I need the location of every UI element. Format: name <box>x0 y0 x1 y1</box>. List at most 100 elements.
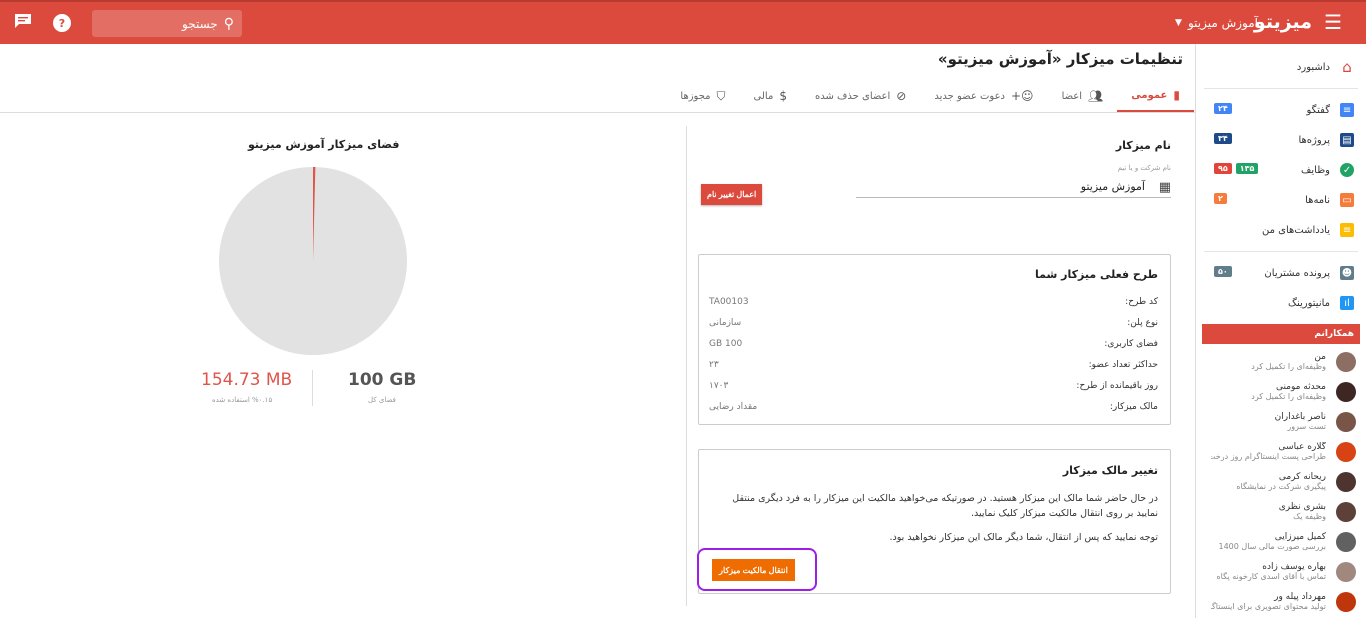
plan-row: حداکثر تعداد عضو: ۲۳ <box>709 360 1158 374</box>
colleague-item[interactable]: کمیل میرزایی بررسی صورت مالی سال 1400 <box>1196 528 1366 558</box>
divider <box>686 126 687 606</box>
tab-label: مجوزها <box>680 90 711 102</box>
home-icon: ⌂ <box>1342 58 1352 76</box>
sidebar-item-chat[interactable]: ≡ گفتگو ۲۴ <box>1196 95 1366 125</box>
settings-tabs: ▮ عمومی 👥︎ اعضا ☺+ دعوت عضو جدید ⊘ اعضای حذف… <box>666 80 1194 112</box>
divider <box>1204 88 1358 89</box>
sidebar-item-label: یادداشت‌های من <box>1261 224 1330 236</box>
sidebar-item-label: مانیتورینگ <box>1288 297 1330 309</box>
divider <box>0 112 1195 113</box>
used-label: %۰.۱۵ استفاده شده <box>212 396 273 404</box>
plan-row-key: نوع پلن: <box>1127 318 1158 328</box>
colleague-item[interactable]: ناصر باغداران تست سرور <box>1196 408 1366 438</box>
sidebar-item-label: داشبورد <box>1296 61 1330 73</box>
colleague-item[interactable]: بهاره یوسف زاده تماس با آقای اسدی کارخونه… <box>1196 558 1366 588</box>
colleague-status: تولید محتوای تصویری برای اینستاگرام <box>1211 602 1326 611</box>
help-icon[interactable]: ? <box>53 14 71 32</box>
search-input[interactable] <box>107 16 218 31</box>
sidebar-item-projects[interactable]: ▤ پروژه‌ها ۳۴ <box>1196 125 1366 155</box>
workspace-name-value: آموزش میزیتو <box>1080 180 1145 193</box>
page-title: تنظیمات میزکار «آموزش میزیتو» <box>937 50 1183 68</box>
colleague-name: محدثه مومنی <box>1275 382 1326 392</box>
colleague-name: ریحانه کرمی <box>1278 472 1326 482</box>
avatar <box>1336 472 1356 492</box>
dollar-icon: $ <box>779 89 787 103</box>
sidebar: ⌂ داشبورد ≡ گفتگو ۲۴ ▤ پروژه‌ها ۳۴ ✓ وظا… <box>1195 44 1366 618</box>
workspace-name-field-label: نام شرکت و یا تیم <box>1117 164 1171 172</box>
transfer-ownership-button[interactable]: انتقال مالکیت میزکار <box>712 559 795 581</box>
workspace-select-label: آموزش میزیتو <box>1187 16 1258 30</box>
workspace-name-field[interactable]: ▦ آموزش میزیتو <box>856 178 1171 198</box>
colleague-item[interactable]: مهرداد پیله ور تولید محتوای تصویری برای ا… <box>1196 588 1366 618</box>
customer-icon: ☻ <box>1340 266 1354 280</box>
divider <box>312 370 313 406</box>
plan-row-value: مقداد رضایی <box>709 402 758 412</box>
colleague-status: طراحی پست اینستاگرام روز درخت ... <box>1211 452 1326 461</box>
plan-row-key: کد طرح: <box>1125 297 1158 307</box>
tab-members[interactable]: 👥︎ اعضا <box>1048 80 1118 112</box>
storage-title: فضای میزکار آموزش میزیتو <box>248 138 400 151</box>
plan-row-key: مالک میزکار: <box>1109 402 1158 412</box>
colleague-name: کمیل میرزایی <box>1274 532 1326 542</box>
sidebar-item-letters[interactable]: ▭ نامه‌ها ۲ <box>1196 185 1366 215</box>
tab-finance[interactable]: $ مالی <box>740 80 801 112</box>
colleague-item[interactable]: گلاره عباسی طراحی پست اینستاگرام روز درخت… <box>1196 438 1366 468</box>
plan-row-value: ۱۷۰۳ <box>709 381 729 391</box>
colleague-item[interactable]: ریحانه کرمی پیگیری شرکت در نمایشگاه <box>1196 468 1366 498</box>
tab-invite[interactable]: ☺+ دعوت عضو جدید <box>920 80 1047 112</box>
sidebar-item-customers[interactable]: ☻ پرونده مشتریان ۵۰ <box>1196 258 1366 288</box>
colleague-item[interactable]: بشری نظری وظیفه یک <box>1196 498 1366 528</box>
colleague-name: ناصر باغداران <box>1274 412 1326 422</box>
search-box[interactable]: ⚲ <box>92 10 242 37</box>
letter-icon: ▭ <box>1340 193 1354 207</box>
chart-icon: ıl <box>1340 296 1354 310</box>
sidebar-item-label: گفتگو <box>1306 104 1330 116</box>
avatar <box>1336 562 1356 582</box>
count-badge: ۳۴ <box>1214 133 1232 144</box>
plan-row: کد طرح: TA00103 <box>709 297 1158 311</box>
colleague-status: پیگیری شرکت در نمایشگاه <box>1236 482 1326 491</box>
colleague-item[interactable]: محدثه مومنی وظیفه‌ای را تکمیل کرد <box>1196 378 1366 408</box>
plan-row-key: روز باقیمانده از طرح: <box>1076 381 1158 391</box>
storage-pie <box>219 167 407 355</box>
note-icon: ≡ <box>1340 223 1354 237</box>
block-icon: ⊘ <box>896 89 907 103</box>
colleague-status: وظیفه یک <box>1293 512 1326 521</box>
plan-row-value: ۲۳ <box>709 360 719 370</box>
colleague-name: گلاره عباسی <box>1278 442 1326 452</box>
tab-removed-members[interactable]: ⊘ اعضای حذف شده <box>801 80 920 112</box>
colleague-item[interactable]: من وظیفه‌ای را تکمیل کرد <box>1196 348 1366 378</box>
feedback-icon[interactable] <box>14 13 32 33</box>
sidebar-item-monitoring[interactable]: ıl مانیتورینگ <box>1196 288 1366 318</box>
sidebar-item-tasks[interactable]: ✓ وظایف ۹۵ ۱۳۵ <box>1196 155 1366 185</box>
sidebar-item-notes[interactable]: ≡ یادداشت‌های من <box>1196 215 1366 245</box>
check-icon: ✓ <box>1340 163 1354 177</box>
tab-permissions[interactable]: ⛉ مجوزها <box>666 80 739 112</box>
sidebar-item-label: نامه‌ها <box>1305 194 1330 206</box>
total-value: 100 GB <box>348 370 417 390</box>
count-badge: ۱۳۵ <box>1235 163 1259 174</box>
apply-rename-button[interactable]: اعمال تغییر نام <box>701 184 763 205</box>
shield-icon: ⛉ <box>716 88 726 103</box>
building-icon: ▦ <box>1158 180 1171 195</box>
avatar <box>1336 352 1356 372</box>
sidebar-item-dashboard[interactable]: ⌂ داشبورد <box>1196 52 1366 82</box>
total-label: فضای کل <box>368 396 396 404</box>
top-bar: ☰ میزیتو آموزش میزیتو ▼ ⚲ ? <box>0 0 1366 44</box>
workspace-select[interactable]: آموزش میزیتو ▼ <box>1175 16 1258 30</box>
brand: ☰ میزیتو <box>1254 10 1342 34</box>
workspace-name-title: نام میزکار <box>1115 139 1171 152</box>
sidebar-item-label: پرونده مشتریان <box>1264 267 1330 279</box>
tab-general[interactable]: ▮ عمومی <box>1117 80 1194 112</box>
plan-title: طرح فعلی میزکار شما <box>1035 268 1158 281</box>
divider <box>1204 251 1358 252</box>
plan-row-value: 100 GB <box>709 339 743 349</box>
sidebar-item-label: پروژه‌ها <box>1298 134 1330 146</box>
avatar <box>1336 592 1356 612</box>
count-badge: ۲۴ <box>1214 103 1232 114</box>
menu-icon[interactable]: ☰ <box>1324 10 1342 34</box>
colleague-status: تماس با آقای اسدی کارخونه پگاه <box>1216 572 1326 581</box>
tab-label: مالی <box>753 90 774 102</box>
colleague-name: من <box>1314 352 1326 362</box>
overdue-badge: ۹۵ <box>1214 163 1232 174</box>
